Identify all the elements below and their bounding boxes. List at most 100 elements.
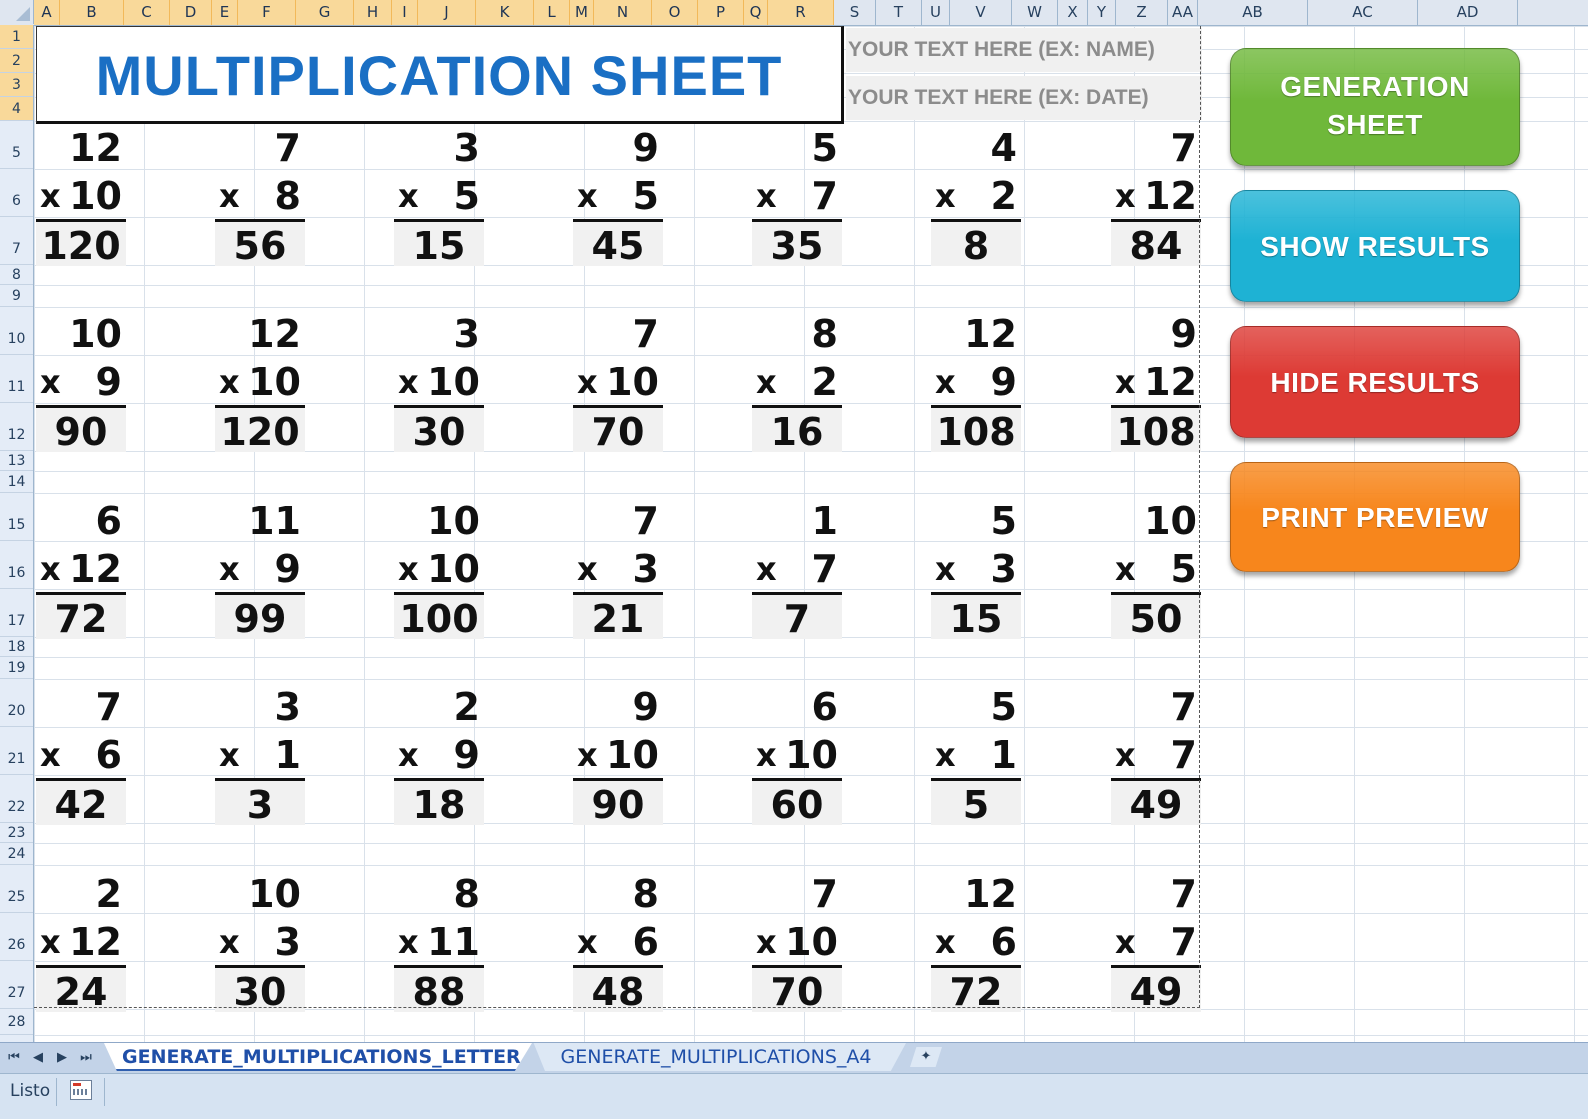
row-header-3[interactable]: 3 xyxy=(0,73,33,97)
column-header-G[interactable]: G xyxy=(296,0,354,25)
result-cell[interactable]: 72 xyxy=(36,595,126,641)
column-header-P[interactable]: P xyxy=(698,0,744,25)
result-cell[interactable]: 88 xyxy=(394,968,484,1014)
column-header-B[interactable]: B xyxy=(60,0,124,25)
problem-5-6[interactable]: 12 x 6 72 xyxy=(931,870,1021,1014)
column-header-Q[interactable]: Q xyxy=(744,0,768,25)
select-all-corner[interactable] xyxy=(0,0,34,24)
row-header-9[interactable]: 9 xyxy=(0,285,33,307)
row-header-2[interactable]: 2 xyxy=(0,49,33,73)
problem-3-6[interactable]: 5 x 3 15 xyxy=(931,497,1021,641)
problem-3-3[interactable]: 10 x 10 100 xyxy=(394,497,484,641)
row-header-25[interactable]: 25 xyxy=(0,865,33,913)
row-header-15[interactable]: 15 xyxy=(0,493,33,541)
date-cell[interactable]: YOUR TEXT HERE (EX: DATE) xyxy=(846,76,1202,120)
problem-3-7[interactable]: 10 x 5 50 xyxy=(1111,497,1201,641)
result-cell[interactable]: 99 xyxy=(215,595,305,641)
row-header-21[interactable]: 21 xyxy=(0,727,33,775)
problem-2-3[interactable]: 3 x 10 30 xyxy=(394,310,484,454)
print-preview-button[interactable]: PRINT PREVIEW xyxy=(1230,462,1520,572)
result-cell[interactable]: 70 xyxy=(573,408,663,454)
result-cell[interactable]: 108 xyxy=(1111,408,1201,454)
problem-1-5[interactable]: 5 x 7 35 xyxy=(752,124,842,268)
problem-5-1[interactable]: 2 x 12 24 xyxy=(36,870,126,1014)
problem-2-6[interactable]: 12 x 9 108 xyxy=(931,310,1021,454)
column-header-U[interactable]: U xyxy=(922,0,950,25)
row-header-17[interactable]: 17 xyxy=(0,589,33,637)
problem-1-4[interactable]: 9 x 5 45 xyxy=(573,124,663,268)
problem-4-5[interactable]: 6 x 10 60 xyxy=(752,683,842,827)
problem-2-5[interactable]: 8 x 2 16 xyxy=(752,310,842,454)
result-cell[interactable]: 7 xyxy=(752,595,842,641)
result-cell[interactable]: 56 xyxy=(215,222,305,268)
row-header-23[interactable]: 23 xyxy=(0,823,33,843)
column-header-T[interactable]: T xyxy=(876,0,922,25)
row-header-1[interactable]: 1 xyxy=(0,25,33,49)
problem-3-2[interactable]: 11 x 9 99 xyxy=(215,497,305,641)
result-cell[interactable]: 50 xyxy=(1111,595,1201,641)
column-header-K[interactable]: K xyxy=(476,0,534,25)
problem-4-6[interactable]: 5x15 xyxy=(931,683,1021,827)
result-cell[interactable]: 24 xyxy=(36,968,126,1014)
row-header-6[interactable]: 6 xyxy=(0,169,33,217)
problem-5-4[interactable]: 8 x 6 48 xyxy=(573,870,663,1014)
column-header-AC[interactable]: AC xyxy=(1308,0,1418,25)
row-header-5[interactable]: 5 xyxy=(0,121,33,169)
problem-3-4[interactable]: 7 x 3 21 xyxy=(573,497,663,641)
problem-4-2[interactable]: 3x13 xyxy=(215,683,305,827)
row-header-22[interactable]: 22 xyxy=(0,775,33,823)
column-header-X[interactable]: X xyxy=(1058,0,1088,25)
problem-2-1[interactable]: 10 x 9 90 xyxy=(36,310,126,454)
row-header-10[interactable]: 10 xyxy=(0,307,33,355)
row-header-11[interactable]: 11 xyxy=(0,355,33,403)
column-header-W[interactable]: W xyxy=(1012,0,1058,25)
result-cell[interactable]: 108 xyxy=(931,408,1021,454)
result-cell[interactable]: 100 xyxy=(394,595,484,641)
row-header-27[interactable]: 27 xyxy=(0,961,33,1009)
result-cell[interactable]: 72 xyxy=(931,968,1021,1014)
generation-sheet-button[interactable]: GENERATION SHEET xyxy=(1230,48,1520,166)
insert-sheet-icon[interactable]: ✦ xyxy=(910,1047,942,1067)
result-cell[interactable]: 15 xyxy=(394,222,484,268)
result-cell[interactable]: 30 xyxy=(215,968,305,1014)
sheet-tab-a4[interactable]: GENERATE_MULTIPLICATIONS_A4 xyxy=(533,1043,906,1071)
problem-1-3[interactable]: 3 x 5 15 xyxy=(394,124,484,268)
row-header-20[interactable]: 20 xyxy=(0,679,33,727)
column-header-F[interactable]: F xyxy=(238,0,296,25)
problem-3-1[interactable]: 6 x 12 72 xyxy=(36,497,126,641)
result-cell[interactable]: 30 xyxy=(394,408,484,454)
column-header-AB[interactable]: AB xyxy=(1198,0,1308,25)
result-cell[interactable]: 90 xyxy=(36,408,126,454)
column-header-R[interactable]: R xyxy=(768,0,834,25)
show-results-button[interactable]: SHOW RESULTS xyxy=(1230,190,1520,302)
problem-3-5[interactable]: 1x77 xyxy=(752,497,842,641)
problem-2-2[interactable]: 12 x 10 120 xyxy=(215,310,305,454)
column-header-D[interactable]: D xyxy=(170,0,212,25)
result-cell[interactable]: 35 xyxy=(752,222,842,268)
column-header-A[interactable]: A xyxy=(34,0,60,25)
column-header-O[interactable]: O xyxy=(652,0,698,25)
result-cell[interactable]: 120 xyxy=(36,222,126,268)
problem-5-7[interactable]: 7 x 7 49 xyxy=(1111,870,1201,1014)
sheet-tab-letter[interactable]: GENERATE_MULTIPLICATIONS_LETTER xyxy=(104,1043,532,1071)
result-cell[interactable]: 70 xyxy=(752,968,842,1014)
problem-1-6[interactable]: 4x28 xyxy=(931,124,1021,268)
result-cell[interactable]: 42 xyxy=(36,781,126,827)
row-header-14[interactable]: 14 xyxy=(0,471,33,493)
result-cell[interactable]: 48 xyxy=(573,968,663,1014)
row-header-12[interactable]: 12 xyxy=(0,403,33,451)
column-header-C[interactable]: C xyxy=(124,0,170,25)
row-header-18[interactable]: 18 xyxy=(0,637,33,657)
problem-1-1[interactable]: 12 x 10 120 xyxy=(36,124,126,268)
problem-5-3[interactable]: 8 x 11 88 xyxy=(394,870,484,1014)
result-cell[interactable]: 21 xyxy=(573,595,663,641)
column-header-Y[interactable]: Y xyxy=(1088,0,1116,25)
result-cell[interactable]: 84 xyxy=(1111,222,1201,268)
row-header-26[interactable]: 26 xyxy=(0,913,33,961)
column-header-Z[interactable]: Z xyxy=(1116,0,1168,25)
title-cell[interactable]: MULTIPLICATION SHEET xyxy=(36,26,844,124)
name-cell[interactable]: YOUR TEXT HERE (EX: NAME) xyxy=(846,28,1202,72)
problem-4-3[interactable]: 2 x 9 18 xyxy=(394,683,484,827)
row-header-16[interactable]: 16 xyxy=(0,541,33,589)
problem-5-2[interactable]: 10 x 3 30 xyxy=(215,870,305,1014)
